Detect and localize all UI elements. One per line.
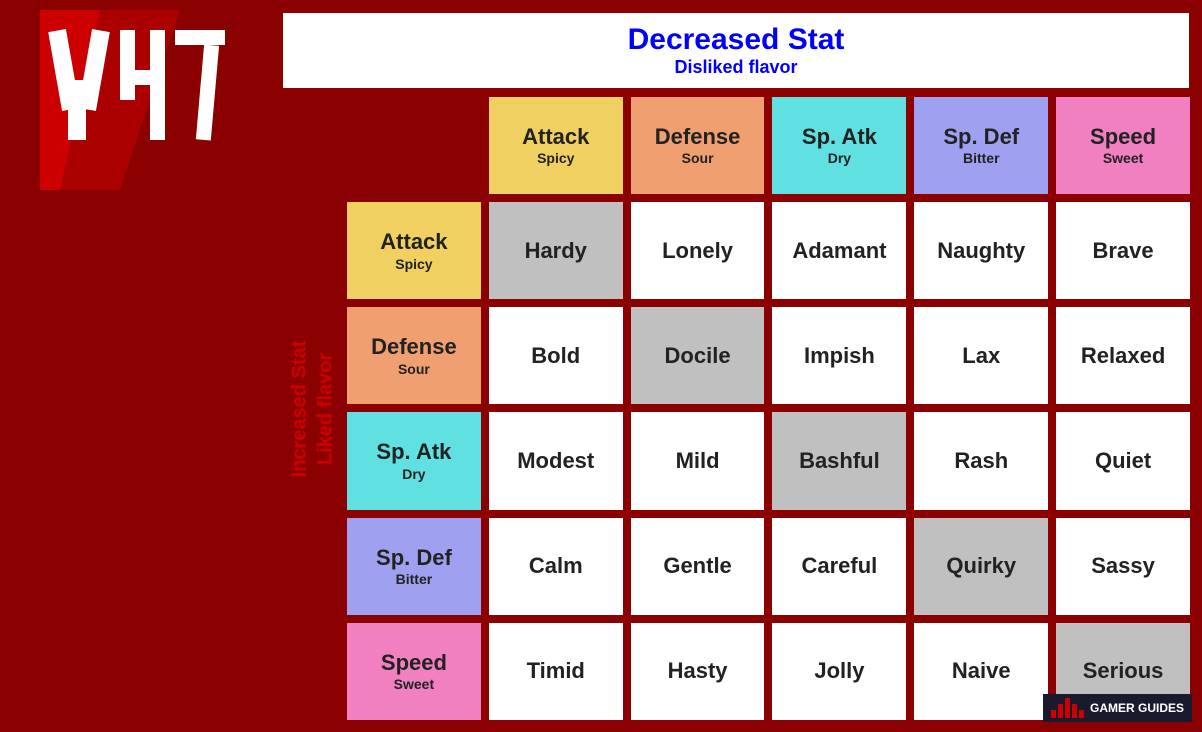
header-box: Decreased Stat Disliked flavor bbox=[280, 10, 1192, 91]
disliked-flavor-subtitle: Disliked flavor bbox=[293, 57, 1179, 78]
nature-naive: Naive bbox=[912, 621, 1050, 722]
table-wrapper: Increased StatLiked flavor Attack Spicy … bbox=[280, 95, 1192, 722]
nature-quiet: Quiet bbox=[1054, 410, 1192, 511]
nature-impish: Impish bbox=[770, 305, 908, 406]
logo-area bbox=[0, 0, 280, 732]
col-header-attack: Attack Spicy bbox=[487, 95, 625, 196]
gg-icon bbox=[1051, 698, 1084, 718]
side-label-area: Increased StatLiked flavor bbox=[280, 95, 345, 722]
nature-bashful: Bashful bbox=[770, 410, 908, 511]
decreased-stat-title: Decreased Stat bbox=[293, 23, 1179, 57]
col-header-spdef: Sp. Def Bitter bbox=[912, 95, 1050, 196]
increased-stat-label: Increased StatLiked flavor bbox=[287, 340, 339, 477]
nature-modest: Modest bbox=[487, 410, 625, 511]
col-header-defense: Defense Sour bbox=[629, 95, 767, 196]
nature-rash: Rash bbox=[912, 410, 1050, 511]
nature-grid: Attack Spicy Defense Sour Sp. Atk Dry Sp… bbox=[345, 95, 1192, 722]
nature-gentle: Gentle bbox=[629, 516, 767, 617]
gg-text: GAMER GUIDES bbox=[1090, 701, 1184, 715]
nature-bold: Bold bbox=[487, 305, 625, 406]
nature-docile: Docile bbox=[629, 305, 767, 406]
nature-careful: Careful bbox=[770, 516, 908, 617]
nature-quirky: Quirky bbox=[912, 516, 1050, 617]
nature-hardy: Hardy bbox=[487, 200, 625, 301]
row-header-speed: Speed Sweet bbox=[345, 621, 483, 722]
row-header-defense: Defense Sour bbox=[345, 305, 483, 406]
col-header-speed: Speed Sweet bbox=[1054, 95, 1192, 196]
content-area: Decreased Stat Disliked flavor Increased… bbox=[280, 0, 1202, 732]
nature-adamant: Adamant bbox=[770, 200, 908, 301]
main-container: Decreased Stat Disliked flavor Increased… bbox=[0, 0, 1202, 732]
nature-naughty: Naughty bbox=[912, 200, 1050, 301]
corner-cell bbox=[345, 95, 483, 196]
row-header-spatk: Sp. Atk Dry bbox=[345, 410, 483, 511]
nature-brave: Brave bbox=[1054, 200, 1192, 301]
nature-lonely: Lonely bbox=[629, 200, 767, 301]
nature-lax: Lax bbox=[912, 305, 1050, 406]
nature-relaxed: Relaxed bbox=[1054, 305, 1192, 406]
game-logo bbox=[40, 10, 240, 190]
row-header-spdef: Sp. Def Bitter bbox=[345, 516, 483, 617]
nature-jolly: Jolly bbox=[770, 621, 908, 722]
gamer-guides-logo: GAMER GUIDES bbox=[1043, 694, 1192, 722]
nature-mild: Mild bbox=[629, 410, 767, 511]
row-header-attack: Attack Spicy bbox=[345, 200, 483, 301]
nature-sassy: Sassy bbox=[1054, 516, 1192, 617]
nature-hasty: Hasty bbox=[629, 621, 767, 722]
col-header-spatk: Sp. Atk Dry bbox=[770, 95, 908, 196]
nature-calm: Calm bbox=[487, 516, 625, 617]
nature-timid: Timid bbox=[487, 621, 625, 722]
